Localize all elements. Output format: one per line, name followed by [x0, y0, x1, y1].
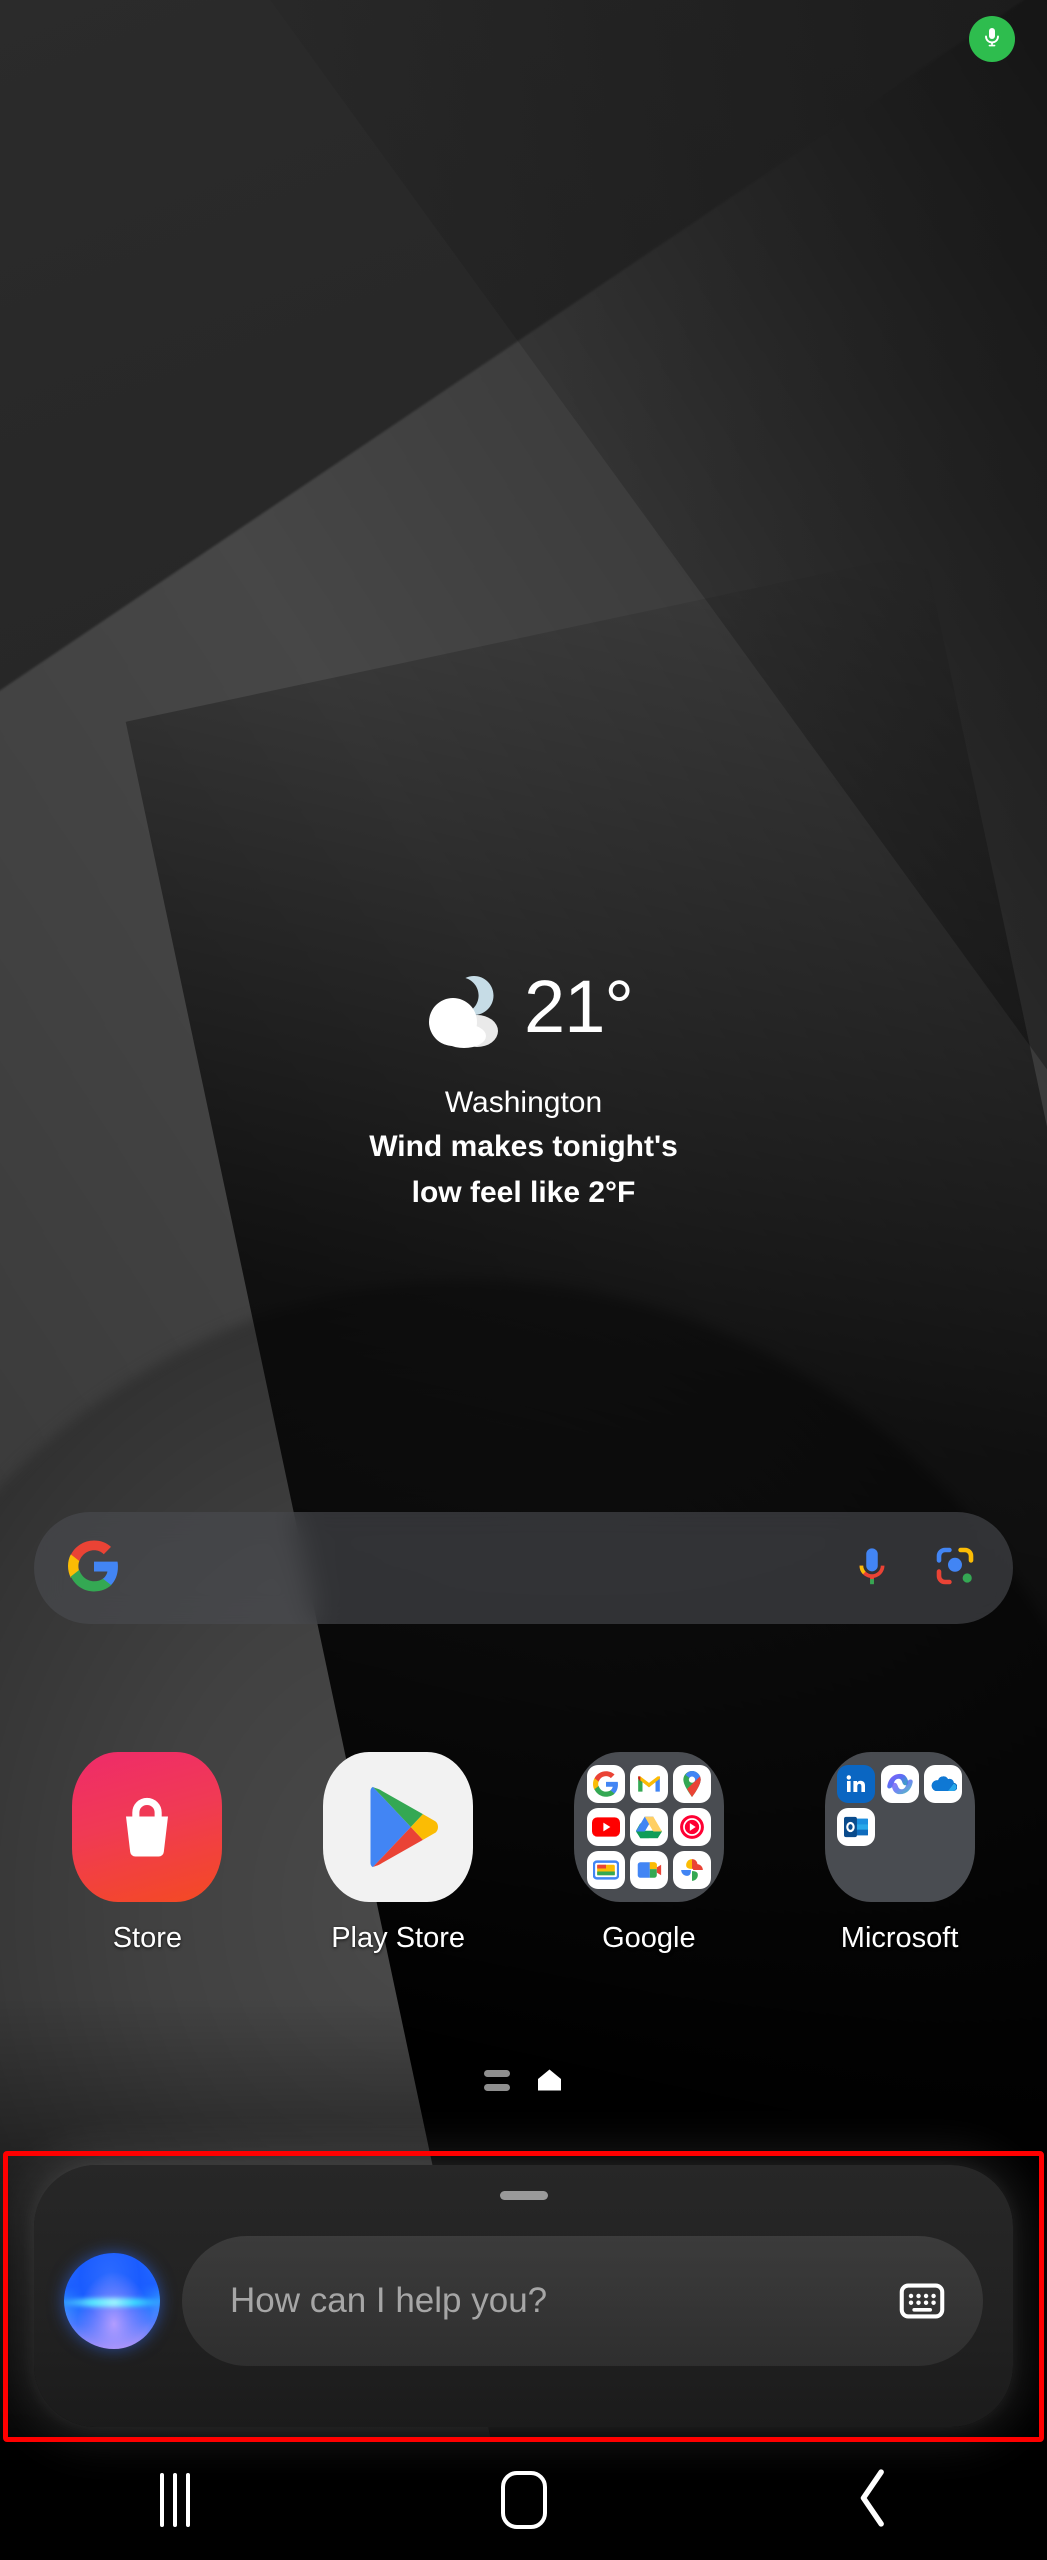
youtube-music-icon [673, 1807, 712, 1846]
assistant-panel[interactable]: How can I help you? [34, 2165, 1013, 2427]
moon-cloudy-night-icon [414, 960, 518, 1064]
app-label-microsoft: Microsoft [840, 1922, 959, 1954]
app-item-store[interactable]: Store [47, 1752, 247, 1955]
app-item-play-store[interactable]: Play Store [298, 1752, 498, 1955]
weather-widget[interactable]: 21° Washington Wind makes tonight's low … [0, 960, 1047, 1211]
weather-city: Washington [444, 1086, 603, 1119]
assistant-input-field[interactable]: How can I help you? [182, 2236, 983, 2366]
folder-item-microsoft[interactable]: Microsoft [800, 1752, 1000, 1955]
microsoft-copilot-icon [880, 1764, 919, 1803]
home-screen-app-row: Store Play Store Google Microsoft [0, 1752, 1047, 1955]
phone-screen: 21° Washington Wind makes tonight's low … [0, 0, 1047, 2560]
folder-empty-slot [924, 1851, 962, 1889]
app-label-store: Store [112, 1922, 183, 1954]
google-folder-icon [573, 1752, 724, 1902]
folder-empty-slot [837, 1851, 875, 1889]
google-search-icon [586, 1764, 625, 1803]
microphone-icon [980, 25, 1004, 54]
recents-button[interactable] [95, 2440, 255, 2560]
youtube-icon [586, 1807, 625, 1846]
gemini-assistant-orb-icon[interactable] [64, 2253, 160, 2349]
search-action-group [849, 1542, 979, 1595]
microphone-in-use-indicator[interactable] [969, 16, 1015, 62]
google-maps-icon [673, 1764, 712, 1803]
weather-description-line-1: Wind makes tonight's [369, 1130, 678, 1163]
galaxy-store-icon [72, 1752, 223, 1902]
weather-temperature: 21° [524, 965, 634, 1048]
app-label-google: Google [602, 1922, 696, 1954]
google-lens-icon[interactable] [931, 1542, 979, 1595]
google-photos-icon [673, 1851, 712, 1890]
assistant-input-row: How can I help you? [34, 2227, 1013, 2375]
assistant-placeholder-text: How can I help you? [230, 2281, 548, 2320]
folder-item-google[interactable]: Google [549, 1752, 749, 1955]
keyboard-icon[interactable] [895, 2274, 949, 2328]
back-button[interactable] [793, 2440, 953, 2560]
linkedin-icon [837, 1764, 876, 1803]
home-page-icon[interactable] [536, 2068, 563, 2092]
google-tv-icon [586, 1851, 625, 1890]
feed-bar [484, 2069, 510, 2077]
folder-empty-slot [881, 1851, 919, 1889]
navigation-bar [0, 2440, 1047, 2560]
recents-icon [159, 2473, 190, 2527]
google-mic-icon[interactable] [849, 1543, 895, 1594]
google-search-bar[interactable] [34, 1512, 1013, 1624]
search-input[interactable] [120, 1512, 849, 1624]
outlook-icon [837, 1807, 876, 1846]
folder-empty-slot [881, 1808, 919, 1846]
weather-description-line-2: low feel like 2°F [411, 1175, 636, 1209]
google-meet-icon [629, 1851, 668, 1890]
weather-main-row: 21° [0, 960, 1047, 1064]
app-label-play-store: Play Store [331, 1922, 466, 1954]
google-drive-icon [629, 1807, 668, 1846]
google-g-icon [68, 1540, 120, 1597]
folder-empty-slot [924, 1808, 962, 1846]
onedrive-icon [923, 1764, 962, 1803]
back-chevron-icon [853, 2468, 893, 2533]
feed-page-icon[interactable] [484, 2069, 510, 2091]
microsoft-folder-icon [824, 1752, 975, 1902]
feed-bar [484, 2083, 510, 2091]
google-play-store-icon [323, 1752, 474, 1902]
home-icon [500, 2471, 547, 2529]
gmail-icon [629, 1764, 668, 1803]
home-button[interactable] [444, 2440, 604, 2560]
page-indicator [0, 2068, 1047, 2092]
drag-handle[interactable] [499, 2191, 548, 2200]
